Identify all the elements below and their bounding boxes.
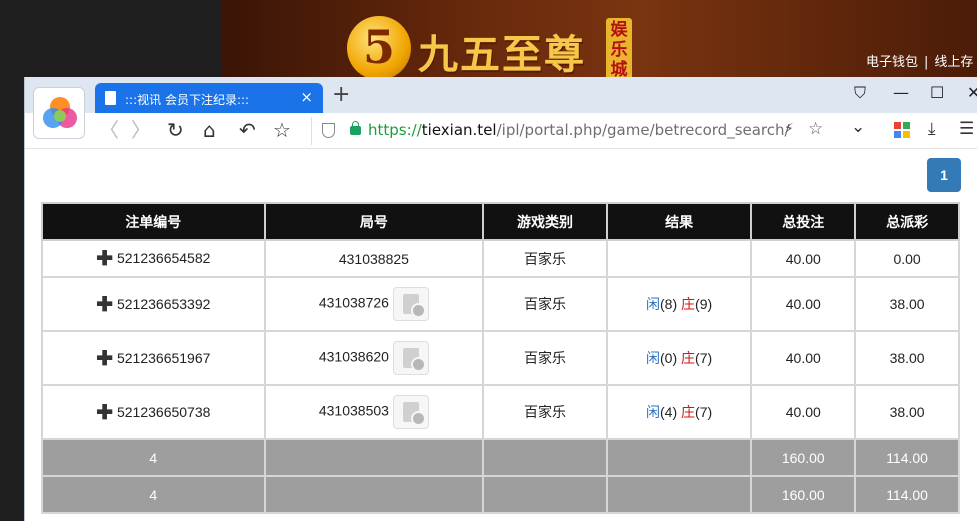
browser-window: :::视讯 会员下注纪录::: × + ⛉ — ☐ ✕ 〈 〉 ↻ ⌂ ↶ ☆ … [24, 77, 977, 521]
home-button[interactable]: ⌂ [203, 119, 216, 141]
payout-cell: 38.00 [854, 330, 960, 386]
download-icon[interactable]: ⤓ [928, 119, 936, 139]
video-replay-icon[interactable] [392, 341, 429, 375]
subtotal-payout: 114.00 [854, 438, 960, 477]
tab-title: :::视讯 会员下注纪录::: [125, 93, 250, 107]
table-row: ✚ 521236653392 431038726 百家乐 闲(8) 庄(9) 40… [41, 276, 960, 332]
expand-plus-icon[interactable]: ✚ [96, 248, 113, 270]
bet-id-cell: ✚ 521236653392 [41, 276, 266, 332]
link-e-wallet[interactable]: 电子钱包 [866, 55, 918, 70]
table-row: ✚ 521236651967 431038620 百家乐 闲(0) 庄(7) 40… [41, 330, 960, 386]
round-cell: 431038726 [263, 276, 485, 332]
result-cell: 闲(4) 庄(7) [605, 384, 753, 440]
address-dropdown-icon[interactable]: ⌄ [851, 117, 865, 137]
tab-bar: :::视讯 会员下注纪录::: × + ⛉ — ☐ ✕ [25, 77, 977, 113]
subtotal-count: 4 [41, 438, 266, 477]
page-content: 1 注单编号 局号 游戏类别 结果 总投注 总派彩 ✚521236654582 [25, 149, 977, 521]
header-game-type: 游戏类别 [482, 202, 608, 241]
subtotal-row: 4 160.00 114.00 [41, 438, 960, 477]
minimize-button[interactable]: — [893, 83, 909, 102]
skin-icon[interactable]: ⛉ [854, 83, 866, 103]
maximize-button[interactable]: ☐ [930, 83, 944, 102]
bet-id-cell: ✚ 521236651967 [41, 330, 266, 386]
game-cell: 百家乐 [482, 239, 608, 278]
video-replay-icon[interactable] [392, 395, 429, 429]
stake-cell: 40.00 [750, 239, 857, 278]
forward-button[interactable]: 〉 [131, 119, 151, 141]
tab-bet-records[interactable]: :::视讯 会员下注纪录::: × [95, 83, 323, 113]
bookmark-star-icon[interactable]: ☆ [808, 119, 823, 139]
favorite-button[interactable]: ☆ [273, 119, 291, 141]
header-bet-id: 注单编号 [41, 202, 266, 241]
site-logo-text: 九五至尊 [418, 31, 586, 78]
browser-logo-icon[interactable] [33, 87, 85, 139]
total-stake: 160.00 [750, 475, 857, 514]
apps-grid-icon[interactable] [894, 122, 910, 138]
game-cell: 百家乐 [482, 384, 608, 440]
expand-plus-icon[interactable]: ✚ [96, 294, 113, 316]
document-icon [105, 91, 116, 105]
lightning-icon[interactable]: ⚡ [784, 121, 794, 137]
result-cell: 闲(8) 庄(9) [605, 276, 753, 332]
link-separator: | [924, 55, 929, 70]
payout-cell: 0.00 [854, 239, 960, 278]
pagination-page-1[interactable]: 1 [927, 158, 961, 192]
stake-cell: 40.00 [750, 330, 857, 386]
back-button[interactable]: 〈 [99, 119, 119, 141]
site-banner [222, 0, 977, 80]
header-total-stake: 总投注 [750, 202, 857, 241]
round-cell: 431038620 [263, 330, 485, 386]
site-logo-badge: 娱乐城 [606, 18, 632, 80]
payout-cell: 38.00 [854, 276, 960, 332]
header-total-payout: 总派彩 [854, 202, 960, 241]
bet-id-cell: ✚ 521236654582 [41, 239, 266, 278]
round-cell: 431038503 [263, 384, 485, 440]
header-round: 局号 [263, 202, 485, 241]
payout-cell: 38.00 [854, 384, 960, 440]
url-text[interactable]: https://tiexian.tel/ipl/portal.php/game/… [368, 121, 790, 139]
subtotal-stake: 160.00 [750, 438, 857, 477]
expand-plus-icon[interactable]: ✚ [96, 402, 113, 424]
round-cell: 431038825 [263, 239, 485, 278]
header-result: 结果 [605, 202, 753, 241]
table-row: ✚ 521236654582 431038825 百家乐 40.00 0.00 [41, 239, 960, 278]
stake-cell: 40.00 [750, 384, 857, 440]
address-bar[interactable]: https://tiexian.tel/ipl/portal.php/game/… [311, 117, 855, 145]
tab-close-icon[interactable]: × [300, 88, 313, 106]
total-count: 4 [41, 475, 266, 514]
bet-records-table: 注单编号 局号 游戏类别 结果 总投注 总派彩 ✚ 521236654582 43… [41, 202, 960, 514]
total-payout: 114.00 [854, 475, 960, 514]
video-replay-icon[interactable] [392, 287, 429, 321]
close-window-button[interactable]: ✕ [967, 83, 977, 102]
browser-toolbar: 〈 〉 ↻ ⌂ ↶ ☆ https://tiexian.tel/ipl/port… [25, 113, 977, 149]
undo-close-button[interactable]: ↶ [239, 119, 256, 141]
link-online-deposit[interactable]: 线上存 [934, 55, 973, 70]
table-row: ✚ 521236650738 431038503 百家乐 闲(4) 庄(7) 40… [41, 384, 960, 440]
bet-id-cell: ✚ 521236650738 [41, 384, 266, 440]
reload-button[interactable]: ↻ [167, 119, 184, 141]
total-row: 4 160.00 114.00 [41, 475, 960, 514]
menu-icon[interactable]: ☰ [959, 119, 974, 139]
stake-cell: 40.00 [750, 276, 857, 332]
new-tab-button[interactable]: + [332, 84, 350, 106]
table-header-row: 注单编号 局号 游戏类别 结果 总投注 总派彩 [41, 202, 960, 241]
lock-icon[interactable] [350, 121, 361, 135]
result-cell [605, 239, 753, 278]
expand-plus-icon[interactable]: ✚ [96, 348, 113, 370]
result-cell: 闲(0) 庄(7) [605, 330, 753, 386]
site-top-links: 电子钱包 | 线上存 [866, 51, 973, 70]
game-cell: 百家乐 [482, 276, 608, 332]
game-cell: 百家乐 [482, 330, 608, 386]
site-logo-icon: 5 [347, 16, 411, 80]
shield-icon[interactable] [322, 123, 335, 138]
